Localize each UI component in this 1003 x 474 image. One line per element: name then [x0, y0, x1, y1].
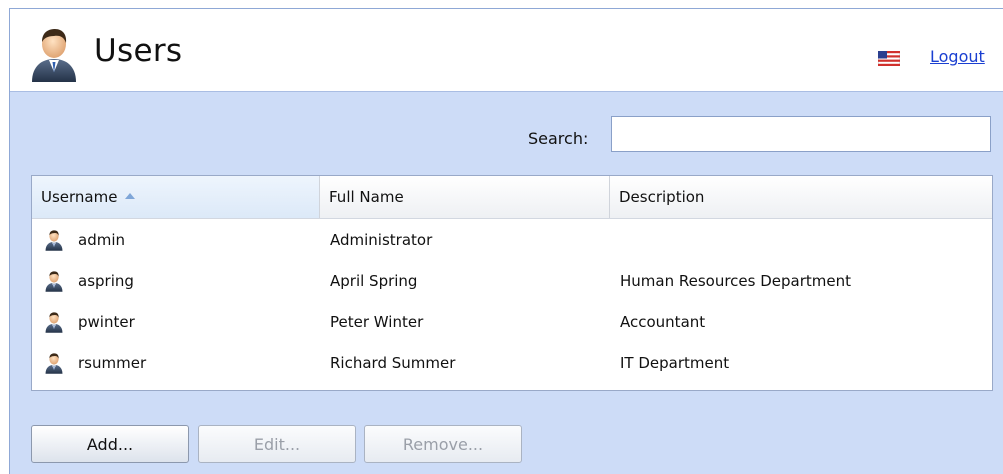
sort-ascending-icon [125, 192, 136, 199]
full-name-cell: April Spring [330, 272, 418, 290]
page-header: Users Logout [10, 9, 1003, 92]
table-row[interactable]: rsummer Richard Summer IT Department [32, 343, 992, 383]
us-flag-icon[interactable] [878, 51, 900, 66]
search-label: Search: [528, 129, 589, 148]
table-row[interactable]: aspring April Spring Human Resources Dep… [32, 261, 992, 301]
username-cell: rsummer [78, 354, 147, 372]
full-name-cell: Administrator [330, 231, 433, 249]
username-cell: admin [78, 231, 125, 249]
table-row[interactable]: admin Administrator [32, 220, 992, 260]
user-icon [44, 311, 64, 333]
description-cell: Accountant [620, 313, 706, 331]
logout-link[interactable]: Logout [930, 47, 985, 66]
full-name-cell: Peter Winter [330, 313, 424, 331]
users-table: Username Full Name Description admin Adm… [31, 175, 993, 391]
search-input[interactable] [611, 116, 991, 152]
column-header-label: Full Name [329, 188, 404, 206]
user-icon [28, 26, 80, 82]
column-header-label: Description [619, 188, 705, 206]
username-cell: aspring [78, 272, 134, 290]
column-header-username[interactable]: Username [32, 176, 320, 218]
full-name-cell: Richard Summer [330, 354, 456, 372]
remove-user-button[interactable]: Remove... [364, 425, 522, 463]
description-cell: IT Department [620, 354, 730, 372]
users-panel: Users Logout Search: Username Full Name … [9, 8, 1003, 474]
page-title: Users [94, 33, 183, 69]
username-cell: pwinter [78, 313, 135, 331]
column-header-description[interactable]: Description [610, 176, 992, 218]
add-user-button[interactable]: Add... [31, 425, 189, 463]
table-header: Username Full Name Description [32, 176, 992, 219]
user-icon [44, 270, 64, 292]
description-cell: Human Resources Department [620, 272, 852, 290]
table-row[interactable]: pwinter Peter Winter Accountant [32, 302, 992, 342]
user-icon [44, 352, 64, 374]
column-header-label: Username [41, 188, 118, 206]
edit-user-button[interactable]: Edit... [198, 425, 356, 463]
column-header-full-name[interactable]: Full Name [320, 176, 610, 218]
user-icon [44, 229, 64, 251]
